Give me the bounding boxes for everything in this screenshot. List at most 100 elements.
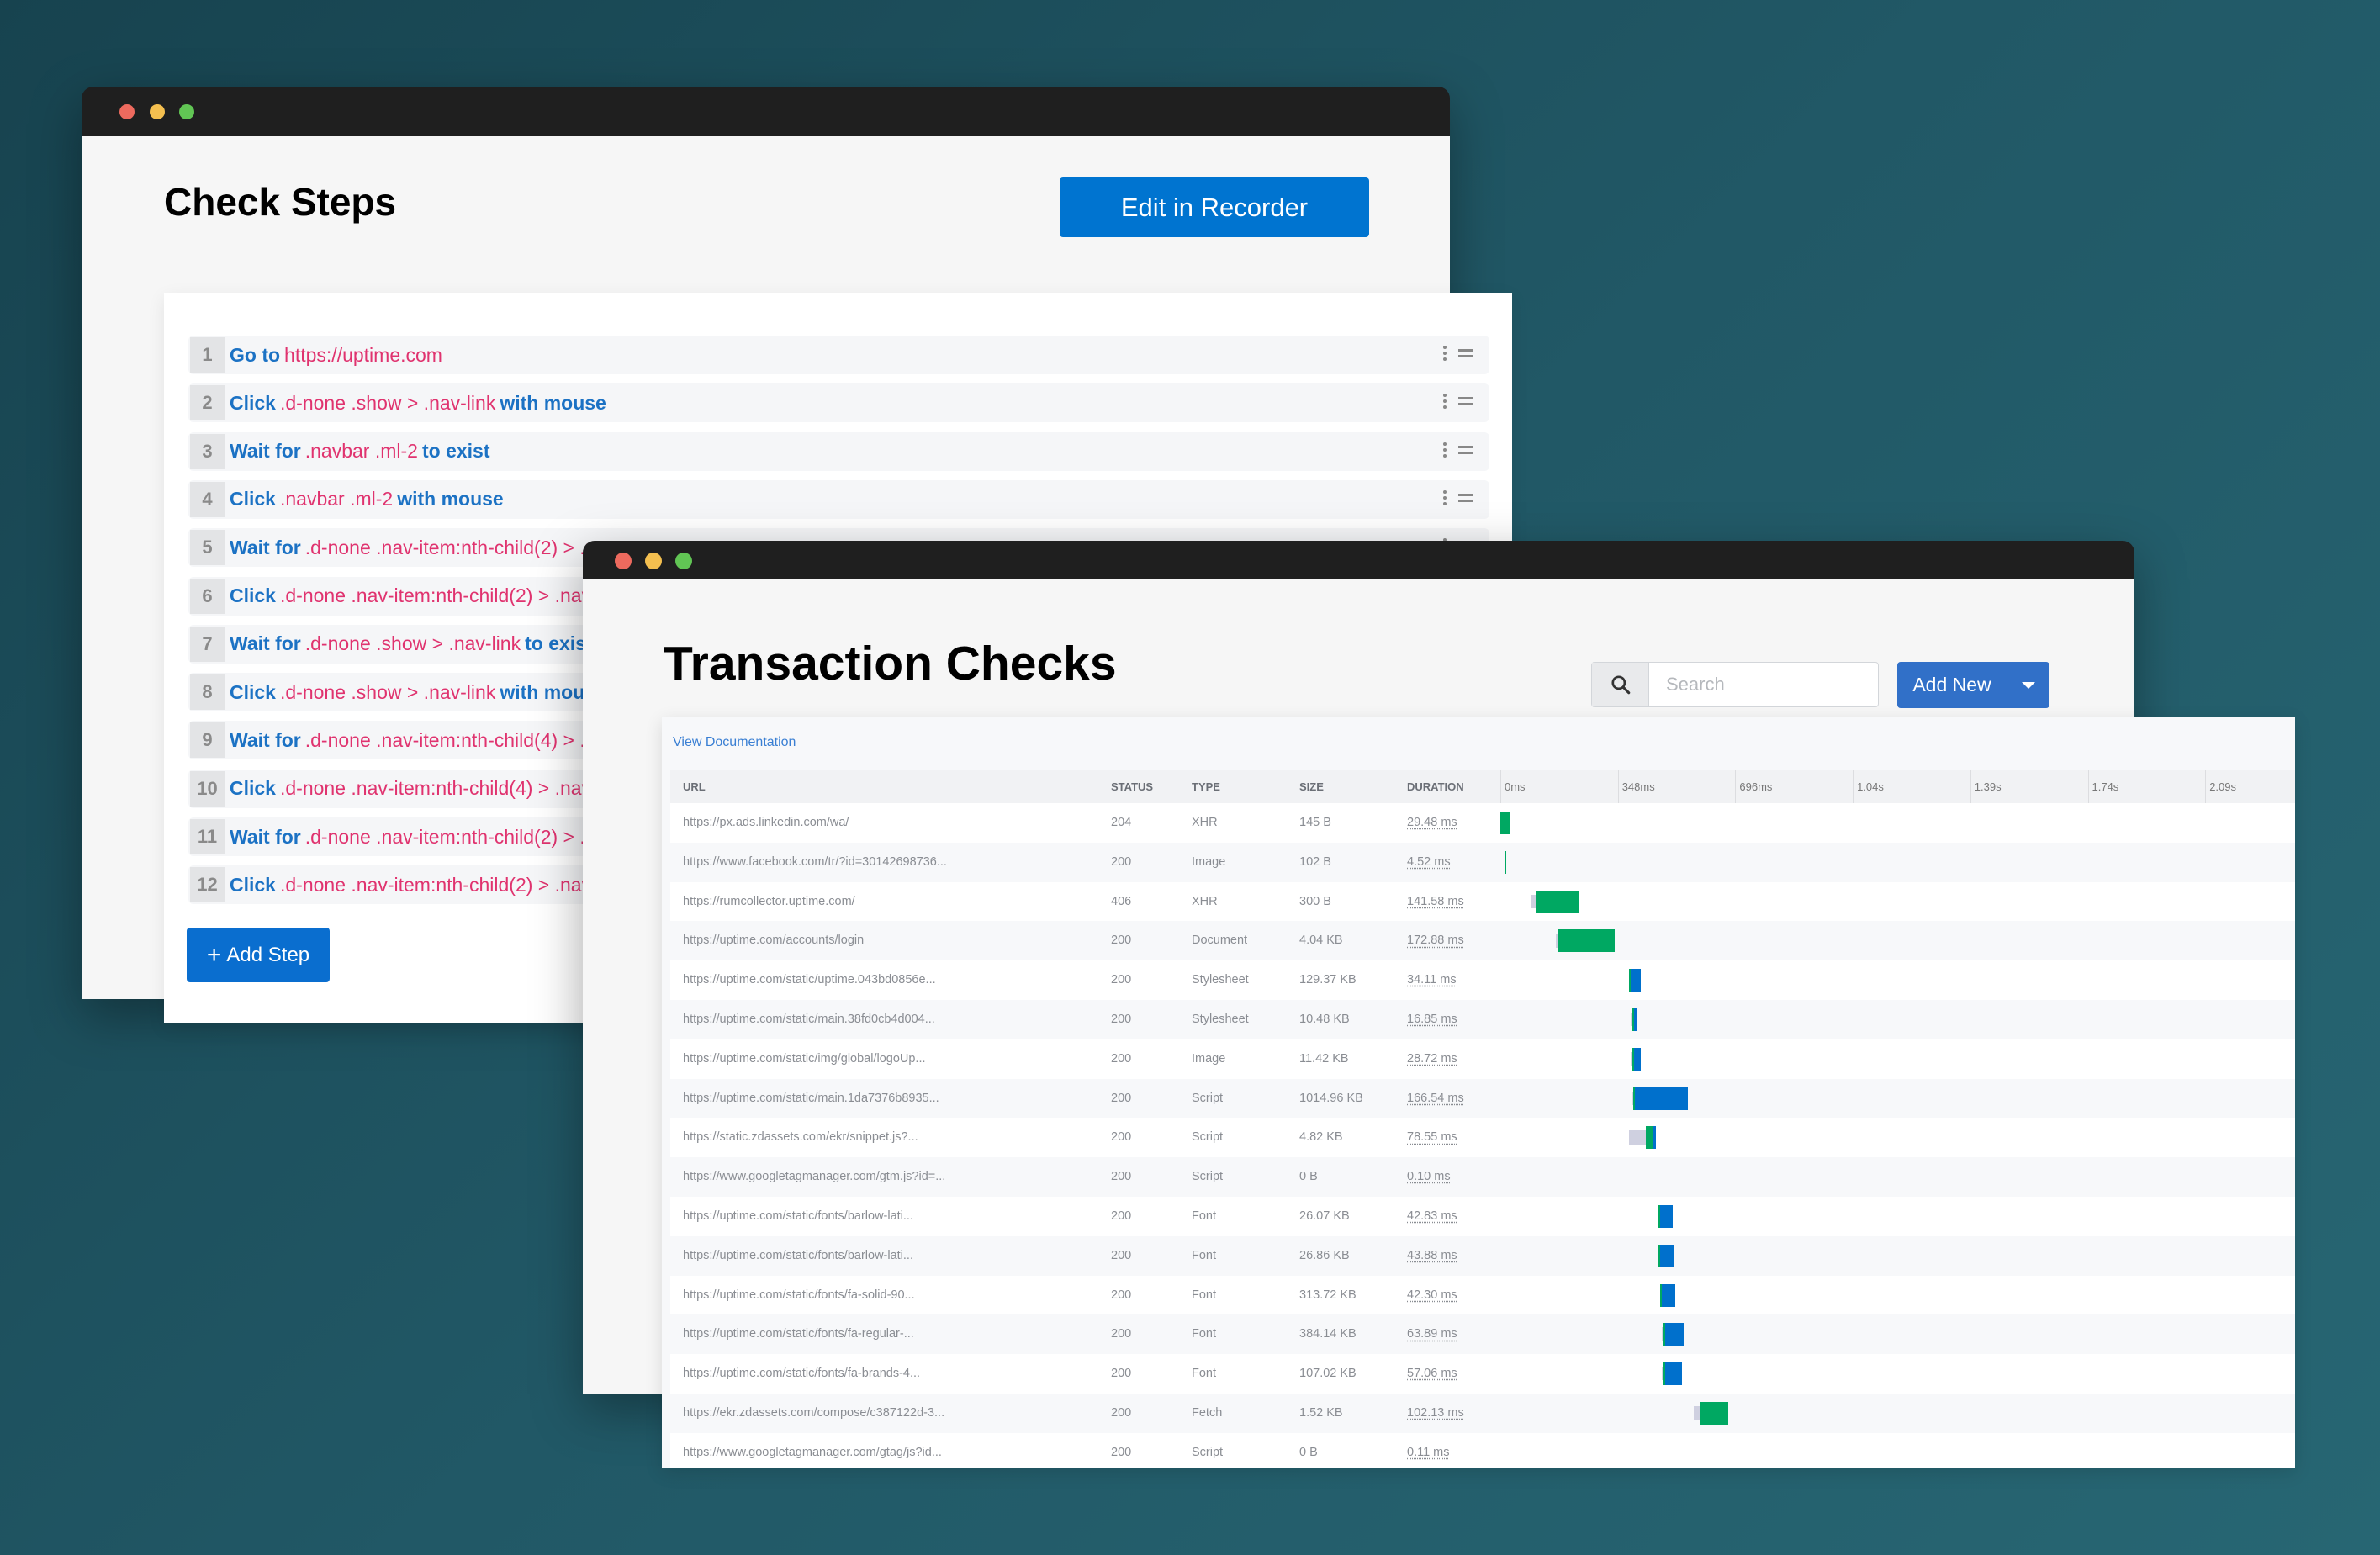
- waterfall-bar[interactable]: [1659, 1283, 1675, 1307]
- waterfall-bar[interactable]: [1661, 1362, 1682, 1386]
- cell-url: https://uptime.com/static/img/global/log…: [683, 1051, 926, 1066]
- waterfall-bar[interactable]: [1661, 1323, 1685, 1346]
- cell-duration[interactable]: 4.52 ms: [1407, 855, 1451, 869]
- more-options-icon[interactable]: [1443, 394, 1447, 410]
- table-row[interactable]: https://px.ads.linkedin.com/wa/204 XHR 145…: [670, 803, 2295, 843]
- cell-duration[interactable]: 63.89 ms: [1407, 1327, 1457, 1341]
- table-row[interactable]: https://rumcollector.uptime.com/406 XHR 30…: [670, 881, 2295, 922]
- minimize-window-icon[interactable]: [645, 553, 662, 569]
- cell-duration[interactable]: 0.10 ms: [1407, 1170, 1451, 1183]
- step-number: 2: [190, 385, 225, 421]
- table-row[interactable]: https://uptime.com/accounts/login 200 Docu…: [670, 921, 2295, 961]
- waterfall-bar[interactable]: [1629, 1126, 1656, 1150]
- cell-duration[interactable]: 0.11 ms: [1407, 1446, 1450, 1459]
- cell-size: 300 B: [1299, 894, 1331, 908]
- edit-in-recorder-button[interactable]: Edit in Recorder: [1060, 177, 1369, 237]
- step-row[interactable]: 3 Wait for .navbar .ml-2 to exist: [188, 431, 1489, 471]
- column-header-url[interactable]: URL: [683, 780, 706, 793]
- table-row[interactable]: https://www.googletagmanager.com/gtag/js…: [670, 1432, 2295, 1468]
- cell-duration[interactable]: 166.54 ms: [1407, 1092, 1464, 1105]
- column-header-duration[interactable]: DURATION: [1407, 780, 1464, 793]
- table-row[interactable]: https://uptime.com/static/fonts/barlow-l…: [670, 1235, 2295, 1276]
- table-row[interactable]: https://www.facebook.com/tr/?id=30142698…: [670, 842, 2295, 882]
- cell-status: 200: [1111, 1051, 1132, 1066]
- waterfall-bar[interactable]: [1630, 1047, 1641, 1071]
- cell-duration[interactable]: 29.48 ms: [1407, 816, 1457, 829]
- step-row[interactable]: 4 Click .navbar .ml-2 with mouse: [188, 479, 1489, 519]
- drag-handle-icon[interactable]: [1458, 349, 1473, 357]
- bar-download-segment: [1631, 969, 1642, 992]
- cell-status: 200: [1111, 1013, 1132, 1026]
- bar-download-segment: [1661, 1283, 1675, 1307]
- table-row[interactable]: https://www.googletagmanager.com/gtm.js?…: [670, 1157, 2295, 1198]
- cell-duration[interactable]: 34.11 ms: [1407, 973, 1457, 986]
- step-selector: .d-none .show > .nav-link: [279, 680, 496, 703]
- cell-size: 1.52 KB: [1299, 1406, 1343, 1420]
- table-row[interactable]: https://ekr.zdassets.com/compose/c387122…: [670, 1394, 2295, 1433]
- cell-duration[interactable]: 78.55 ms: [1407, 1130, 1457, 1144]
- column-header-status[interactable]: STATUS: [1111, 780, 1153, 793]
- cell-url: https://www.googletagmanager.com/gtm.js?…: [683, 1170, 946, 1184]
- waterfall-bar[interactable]: [1531, 890, 1579, 913]
- view-documentation-link[interactable]: View Documentation: [673, 735, 796, 750]
- cell-duration[interactable]: 42.30 ms: [1407, 1288, 1457, 1302]
- cell-duration[interactable]: 28.72 ms: [1407, 1052, 1457, 1066]
- cell-duration[interactable]: 42.83 ms: [1407, 1209, 1457, 1223]
- waterfall-bar[interactable]: [1500, 812, 1510, 834]
- drag-handle-icon[interactable]: [1458, 397, 1473, 406]
- table-row[interactable]: https://uptime.com/static/main.38fd0cb4d…: [670, 1000, 2295, 1039]
- more-options-icon[interactable]: [1443, 489, 1447, 505]
- waterfall-bar[interactable]: [1504, 850, 1506, 874]
- table-row[interactable]: https://uptime.com/static/fonts/fa-regul…: [670, 1314, 2295, 1355]
- add-new-button-group: Add New: [1897, 662, 2049, 708]
- waterfall-bar[interactable]: [1631, 1087, 1688, 1110]
- cell-duration[interactable]: 141.58 ms: [1407, 895, 1464, 908]
- table-row[interactable]: https://uptime.com/static/img/global/log…: [670, 1039, 2295, 1079]
- table-row[interactable]: https://uptime.com/static/fonts/barlow-l…: [670, 1197, 2295, 1236]
- cell-status: 200: [1111, 973, 1132, 987]
- waterfall-bar[interactable]: [1556, 929, 1615, 953]
- bar-ttfb-segment: [1535, 890, 1579, 913]
- search-icon[interactable]: [1592, 663, 1649, 706]
- step-number: 9: [190, 722, 225, 759]
- table-row[interactable]: https://uptime.com/static/fonts/fa-solid…: [670, 1275, 2295, 1315]
- cell-type: Font: [1192, 1248, 1217, 1262]
- maximize-window-icon[interactable]: [675, 553, 692, 569]
- column-header-size[interactable]: SIZE: [1299, 780, 1324, 793]
- cell-duration[interactable]: 172.88 ms: [1407, 934, 1464, 947]
- column-header-type[interactable]: TYPE: [1192, 780, 1220, 793]
- cell-type: Stylesheet: [1192, 1013, 1249, 1026]
- more-options-icon[interactable]: [1443, 442, 1447, 458]
- add-new-button[interactable]: Add New: [1897, 662, 2007, 708]
- cell-url: https://px.ads.linkedin.com/wa/: [683, 816, 849, 829]
- maximize-window-icon[interactable]: [179, 104, 194, 119]
- cell-type: XHR: [1192, 894, 1218, 908]
- add-step-button[interactable]: + Add Step: [187, 928, 330, 982]
- step-row[interactable]: 2 Click .d-none .show > .nav-link with mous…: [188, 383, 1489, 423]
- close-window-icon[interactable]: [615, 553, 632, 569]
- cell-duration[interactable]: 57.06 ms: [1407, 1367, 1457, 1380]
- cell-duration[interactable]: 102.13 ms: [1407, 1406, 1464, 1420]
- table-row[interactable]: https://uptime.com/static/fonts/fa-brand…: [670, 1354, 2295, 1394]
- drag-handle-icon[interactable]: [1458, 493, 1473, 502]
- table-row[interactable]: https://uptime.com/static/main.1da7376b8…: [670, 1078, 2295, 1119]
- drag-handle-icon[interactable]: [1458, 445, 1473, 454]
- add-new-dropdown-toggle[interactable]: [2007, 662, 2049, 708]
- waterfall-bar[interactable]: [1658, 1205, 1674, 1228]
- waterfall-bar[interactable]: [1658, 1244, 1674, 1267]
- table-row[interactable]: https://static.zdassets.com/ekr/snippet.…: [670, 1118, 2295, 1158]
- waterfall-bar[interactable]: [1629, 969, 1642, 992]
- step-action: Wait for: [230, 632, 301, 655]
- cell-duration[interactable]: 16.85 ms: [1407, 1013, 1457, 1026]
- search-input[interactable]: [1649, 663, 1868, 706]
- waterfall-bar[interactable]: [1630, 1008, 1638, 1031]
- search-box[interactable]: [1591, 662, 1879, 707]
- table-row[interactable]: https://uptime.com/static/uptime.043bd08…: [670, 960, 2295, 1001]
- bar-wait-segment: [1629, 1130, 1647, 1145]
- minimize-window-icon[interactable]: [150, 104, 165, 119]
- step-row[interactable]: 1 Go to https://uptime.com: [188, 336, 1489, 374]
- close-window-icon[interactable]: [119, 104, 135, 119]
- waterfall-bar[interactable]: [1694, 1402, 1728, 1425]
- cell-duration[interactable]: 43.88 ms: [1407, 1249, 1457, 1262]
- more-options-icon[interactable]: [1443, 346, 1447, 361]
